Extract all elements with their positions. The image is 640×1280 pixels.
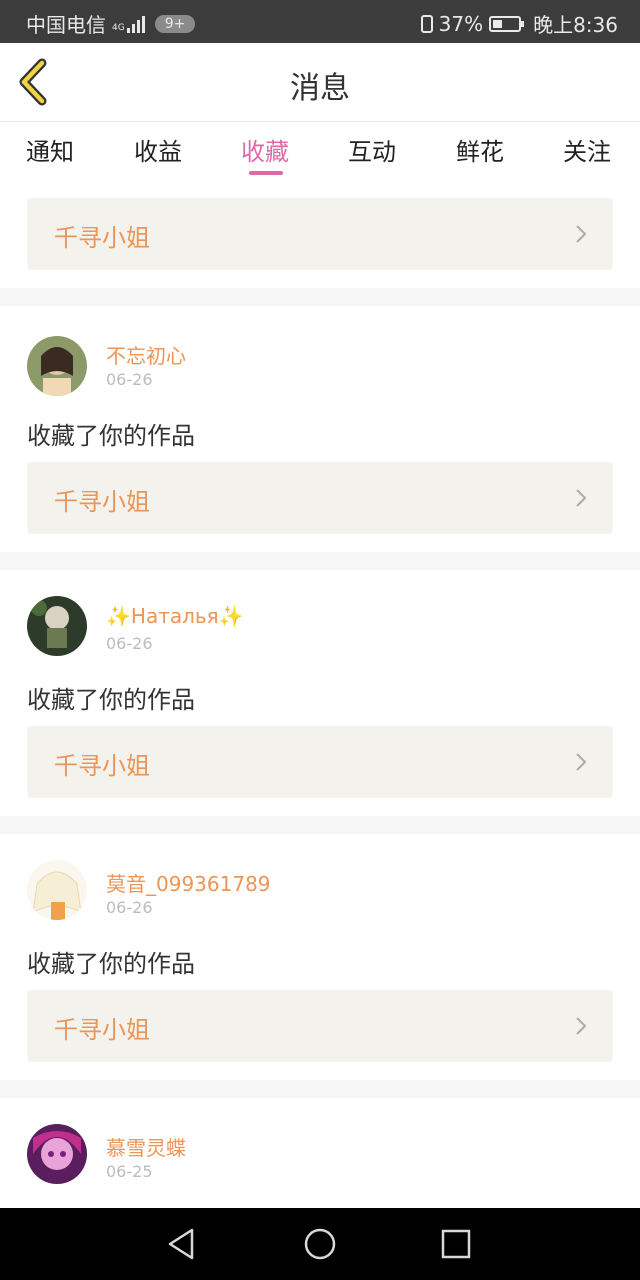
message-card: 不忘初心 06-26 收藏了你的作品 千寻小姐 [0,306,640,552]
chevron-right-icon [576,753,587,771]
battery-percent: 37% [438,11,484,36]
work-link[interactable]: 千寻小姐 [27,726,613,798]
action-text: 收藏了你的作品 [27,950,195,978]
message-card: 慕雪灵蝶 06-25 [0,1098,640,1208]
chevron-right-icon [576,489,587,507]
nav-back-icon[interactable] [164,1226,200,1262]
message-date: 06-26 [106,634,153,653]
system-nav-bar [0,1208,640,1280]
message-date: 06-26 [106,898,153,917]
work-title: 千寻小姐 [54,752,150,780]
tab-earnings[interactable]: 收益 [134,132,182,167]
signal-icon: 4G [112,15,147,33]
chevron-right-icon [576,225,587,243]
username[interactable]: ✨Наталья✨ [106,604,244,628]
message-card: 千寻小姐 [0,180,640,288]
work-link[interactable]: 千寻小姐 [27,462,613,534]
tab-interactions[interactable]: 互动 [348,132,396,167]
avatar[interactable] [27,336,87,396]
tab-flowers[interactable]: 鲜花 [456,132,504,167]
work-link[interactable]: 千寻小姐 [27,990,613,1062]
message-date: 06-26 [106,370,153,389]
battery-icon [489,15,525,32]
work-title: 千寻小姐 [54,1016,150,1044]
nav-recents-icon[interactable] [438,1226,474,1262]
page-title: 消息 [290,71,350,106]
app-header: 消息 [0,43,640,122]
username[interactable]: 莫音_099361789 [106,868,271,897]
username[interactable]: 慕雪灵蝶 [106,1132,186,1161]
avatar[interactable] [27,860,87,920]
notification-badge: 9+ [154,14,196,33]
chevron-right-icon [576,1017,587,1035]
avatar[interactable] [27,596,87,656]
message-card: 莫音_099361789 06-26 收藏了你的作品 千寻小姐 [0,834,640,1080]
tab-notifications[interactable]: 通知 [26,132,74,167]
network-type: 4G [112,22,125,33]
tab-follows[interactable]: 关注 [563,132,611,167]
active-tab-indicator [249,171,283,175]
message-card: ✨Наталья✨ 06-26 收藏了你的作品 千寻小姐 [0,570,640,816]
nav-home-icon[interactable] [302,1226,338,1262]
work-title: 千寻小姐 [54,488,150,516]
action-text: 收藏了你的作品 [27,686,195,714]
work-link[interactable]: 千寻小姐 [27,198,613,270]
tab-favorites[interactable]: 收藏 [241,132,289,167]
avatar[interactable] [27,1124,87,1184]
status-bar: 中国电信 4G 9+ 37% 晚上8:36 [0,0,640,43]
carrier-label: 中国电信 [26,13,106,37]
vibrate-icon [420,14,433,33]
username[interactable]: 不忘初心 [106,340,186,369]
action-text: 收藏了你的作品 [27,422,195,450]
message-date: 06-25 [106,1162,153,1181]
work-title: 千寻小姐 [54,224,150,252]
clock: 晚上8:36 [533,13,618,37]
tab-bar: 通知 收益 收藏 互动 鲜花 关注 [0,122,640,180]
